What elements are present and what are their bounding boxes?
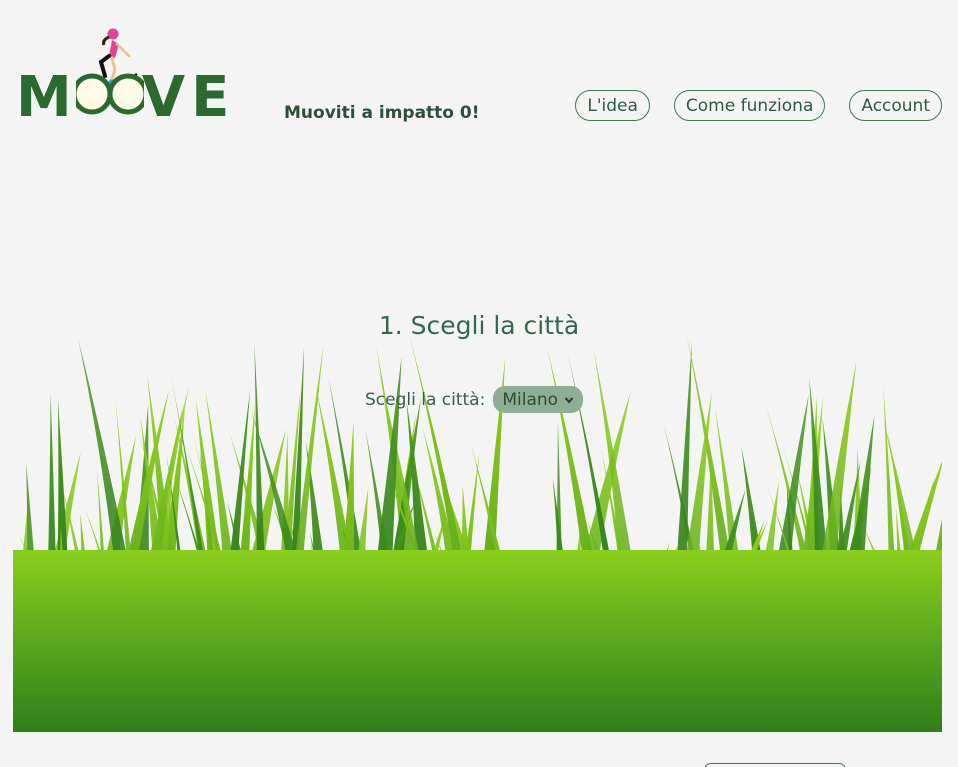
wheels-icon [71,73,149,115]
nav-idea-button[interactable]: L'idea [575,90,650,121]
city-picker: Scegli la città: Milano [365,386,584,413]
city-label: Scegli la città: [365,389,486,410]
main-nav: L'idea Come funziona Account [575,90,942,121]
nav-account-button[interactable]: Account [849,90,942,121]
step-title: 1. Scegli la città [378,311,580,340]
nav-how-it-works-button[interactable]: Come funziona [673,90,826,121]
tagline: Muoviti a impatto 0! [284,103,480,123]
logo[interactable]: M VE [12,26,242,126]
bottom-button-partial[interactable] [704,763,846,767]
logo-text: M VE [16,65,236,130]
grass-illustration [13,334,942,732]
grass-hero [13,300,942,732]
city-select[interactable]: Milano [493,386,584,413]
page: M VE Muoviti a impatto 0! L'idea Come fu… [0,0,958,767]
city-select-value: Milano [502,389,559,410]
chevron-down-icon [564,396,574,404]
site-header: M VE Muoviti a impatto 0! L'idea Come fu… [0,0,958,150]
